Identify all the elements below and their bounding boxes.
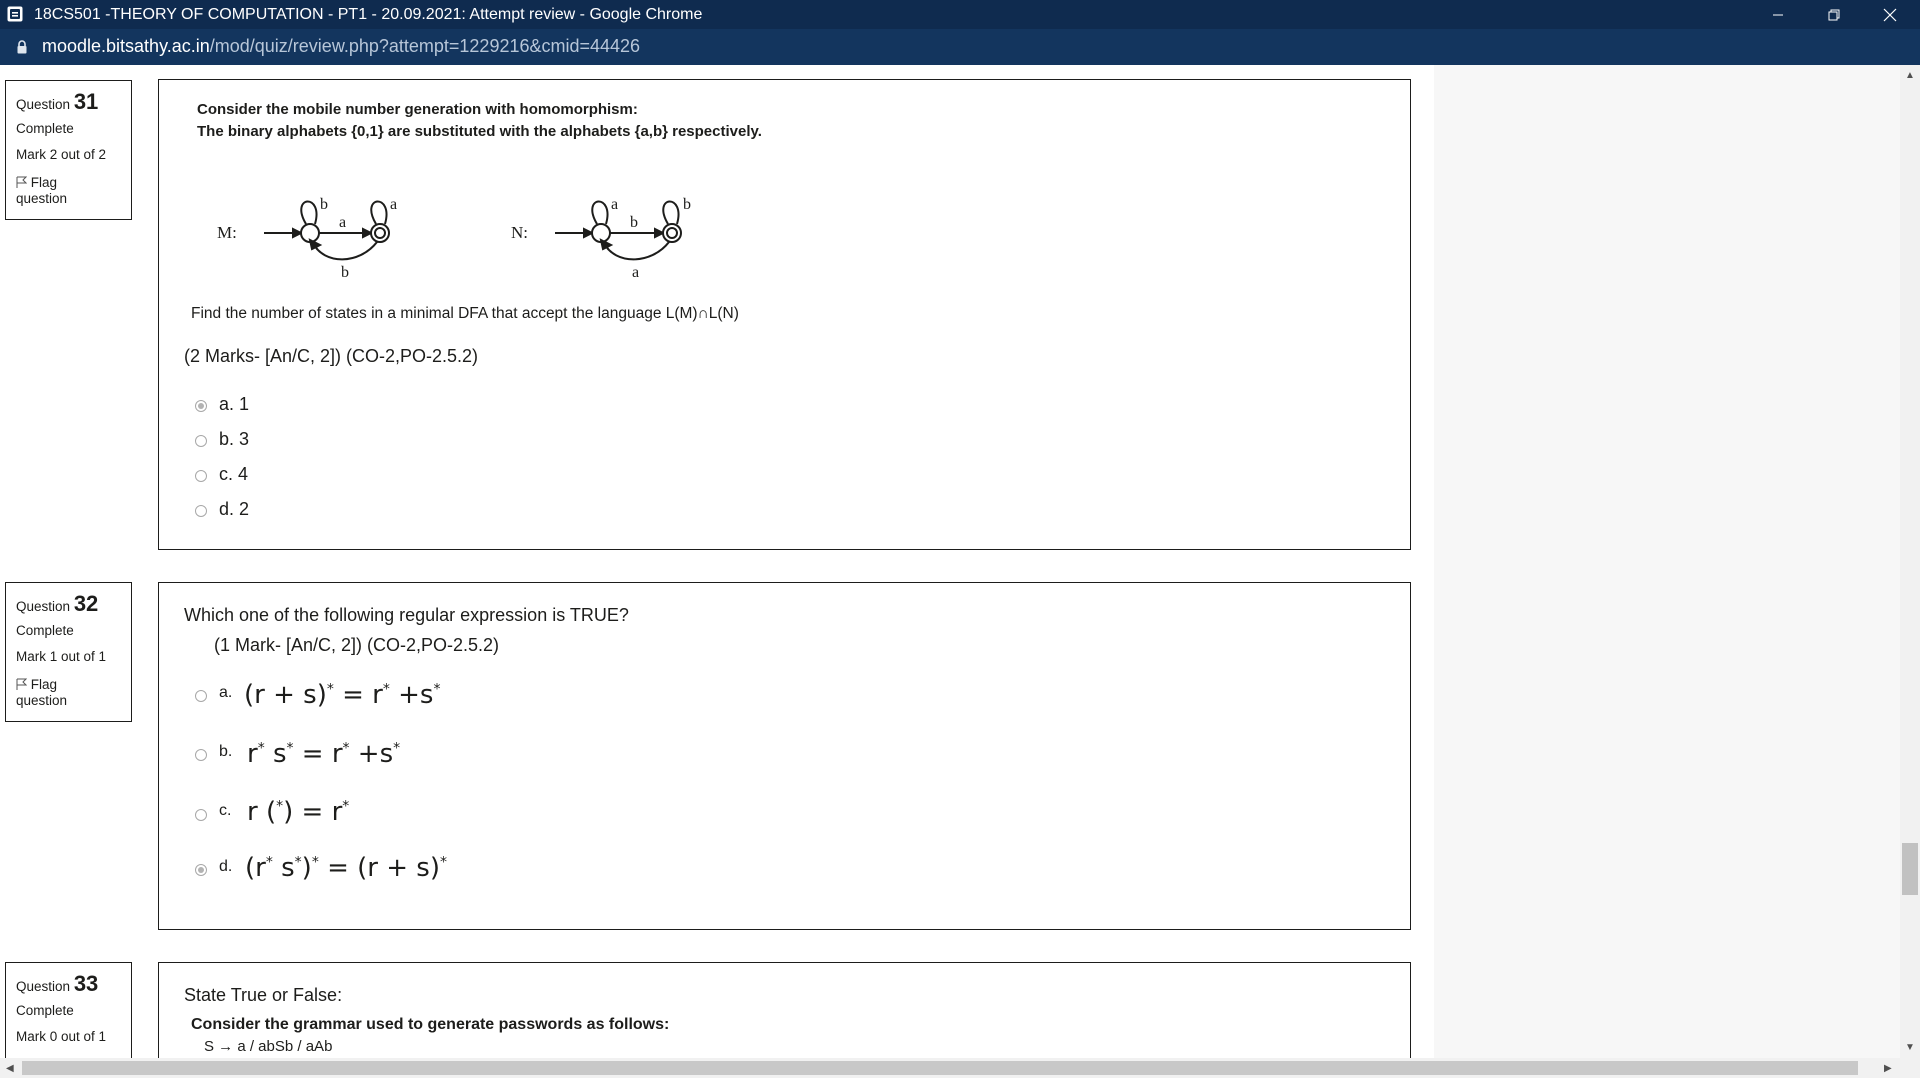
option-expr-c[interactable]: r (*) = r* (247, 797, 349, 827)
flag-label: Flag (30, 175, 58, 190)
lock-icon (17, 40, 27, 54)
option-expr-d[interactable]: (r* s*)* = (r + s)* (245, 853, 447, 883)
flag-question-link[interactable]: Flag question (16, 677, 67, 709)
minimize-icon (1773, 14, 1783, 15)
question-marks-note: (2 Marks- [An/C, 2]) (CO-2,PO-2.5.2) (184, 346, 479, 366)
option-label-d[interactable]: d. 2 (219, 499, 249, 520)
dfa-n-loop1-label: a (611, 196, 618, 213)
question-line3: S → a / abSb / aAb (204, 1038, 333, 1055)
flag-label: Flag (30, 677, 58, 692)
scroll-up-icon[interactable]: ▲ (1905, 70, 1915, 81)
question-label: Question (16, 599, 71, 614)
option-letter-a[interactable]: a. (219, 684, 232, 702)
option-letter-d[interactable]: d. (219, 858, 232, 876)
option-radio-c[interactable] (195, 809, 207, 821)
option-expr-a[interactable]: (r + s)* = r* +s* (244, 680, 440, 710)
dfa-m-loop2-label: a (390, 196, 397, 213)
moodle-app-icon (7, 6, 23, 22)
option-label-a[interactable]: a. 1 (219, 394, 249, 415)
right-blank-panel (1434, 65, 1900, 1058)
question-label: Question (16, 97, 71, 112)
url-host: moodle.bitsathy.ac.in (42, 36, 210, 56)
option-letter-b[interactable]: b. (219, 743, 232, 761)
vertical-scroll-thumb[interactable] (1902, 843, 1918, 895)
question-prompt: State True or False: (184, 985, 343, 1005)
question-number: Question 33 (16, 971, 98, 997)
question-box-33: State True or False: Consider the gramma… (158, 962, 1411, 1058)
scroll-right-icon[interactable]: ▶ (1884, 1063, 1892, 1074)
flag-icon (16, 678, 28, 690)
question-info-33: Question 33 Complete Mark 0 out of 1 (5, 962, 132, 1058)
title-bar: 18CS501 -THEORY OF COMPUTATION - PT1 - 2… (0, 0, 1920, 29)
question-info-32: Question 32 Complete Mark 1 out of 1 Fla… (5, 582, 132, 722)
question-number: Question 31 (16, 89, 98, 115)
window-title: 18CS501 -THEORY OF COMPUTATION - PT1 - 2… (34, 6, 703, 23)
dfa-m-label: M: (217, 223, 237, 242)
question-mark: Mark 2 out of 2 (16, 147, 107, 162)
dfa-m-loop1-label: b (320, 196, 328, 213)
option-radio-a[interactable] (195, 400, 207, 412)
question-num: 33 (73, 971, 99, 996)
dfa-n-loop2-label: b (683, 196, 691, 213)
option-radio-c[interactable] (195, 470, 207, 482)
option-radio-d[interactable] (195, 505, 207, 517)
option-radio-b[interactable] (195, 435, 207, 447)
flag-question-link[interactable]: Flag question (16, 175, 67, 207)
dfa-diagram: M: N: b a a b a b b a (217, 196, 691, 281)
minimize-button[interactable] (1750, 0, 1806, 29)
option-expr-b[interactable]: r* s* = r* +s* (247, 739, 400, 769)
url-path: /mod/quiz/review.php?attempt=1229216&cmi… (209, 36, 641, 56)
question-intro-line2: The binary alphabets {0,1} are substitut… (197, 123, 762, 140)
question-state: Complete (16, 121, 74, 136)
dfa-n-top-label: b (630, 214, 638, 231)
dfa-m-top-label: a (339, 214, 346, 231)
restore-icon (1828, 9, 1840, 20)
scroll-down-icon[interactable]: ▼ (1905, 1042, 1915, 1053)
question-info-31: Question 31 Complete Mark 2 out of 2 Fla… (5, 80, 132, 220)
question-mark: Mark 0 out of 1 (16, 1029, 107, 1044)
close-button[interactable] (1862, 0, 1918, 29)
option-label-b[interactable]: b. 3 (219, 429, 249, 450)
question-prompt: Which one of the following regular expre… (184, 605, 629, 625)
question-box-32: Which one of the following regular expre… (158, 582, 1411, 930)
question-num: 32 (73, 591, 99, 616)
option-radio-a[interactable] (195, 690, 207, 702)
question-box-31: Consider the mobile number generation wi… (158, 79, 1411, 550)
address-bar[interactable]: moodle.bitsathy.ac.in/mod/quiz/review.ph… (0, 29, 1920, 65)
question-marks-note: (1 Mark- [An/C, 2]) (CO-2,PO-2.5.2) (214, 635, 500, 655)
question-num: 31 (73, 89, 99, 114)
url-text[interactable]: moodle.bitsathy.ac.in/mod/quiz/review.ph… (42, 36, 640, 57)
page-content: Question 31 Complete Mark 2 out of 2 Fla… (0, 65, 1900, 1058)
question-mark: Mark 1 out of 1 (16, 649, 107, 664)
option-label-c[interactable]: c. 4 (219, 464, 248, 485)
question-line2: Consider the grammar used to generate pa… (191, 1016, 670, 1033)
option-radio-d[interactable] (195, 864, 207, 876)
flag-label-2: question (16, 693, 68, 708)
option-radio-b[interactable] (195, 749, 207, 761)
horizontal-scroll-thumb[interactable] (22, 1061, 1858, 1075)
vertical-scrollbar[interactable] (1900, 65, 1920, 1058)
question-number: Question 32 (16, 591, 98, 617)
question-state: Complete (16, 1003, 74, 1018)
dfa-n-label: N: (511, 223, 528, 242)
restore-button[interactable] (1806, 0, 1862, 29)
close-icon (1883, 8, 1897, 21)
question-state: Complete (16, 623, 74, 638)
flag-icon (16, 176, 28, 188)
dfa-m-bottom-label: b (341, 264, 349, 281)
scroll-left-icon[interactable]: ◀ (6, 1063, 14, 1074)
dfa-n-bottom-label: a (632, 264, 639, 281)
question-label: Question (16, 979, 71, 994)
option-letter-c[interactable]: c. (219, 802, 231, 820)
question-prompt: Find the number of states in a minimal D… (191, 305, 739, 322)
question-intro-line1: Consider the mobile number generation wi… (197, 101, 638, 118)
flag-label-2: question (16, 191, 68, 206)
